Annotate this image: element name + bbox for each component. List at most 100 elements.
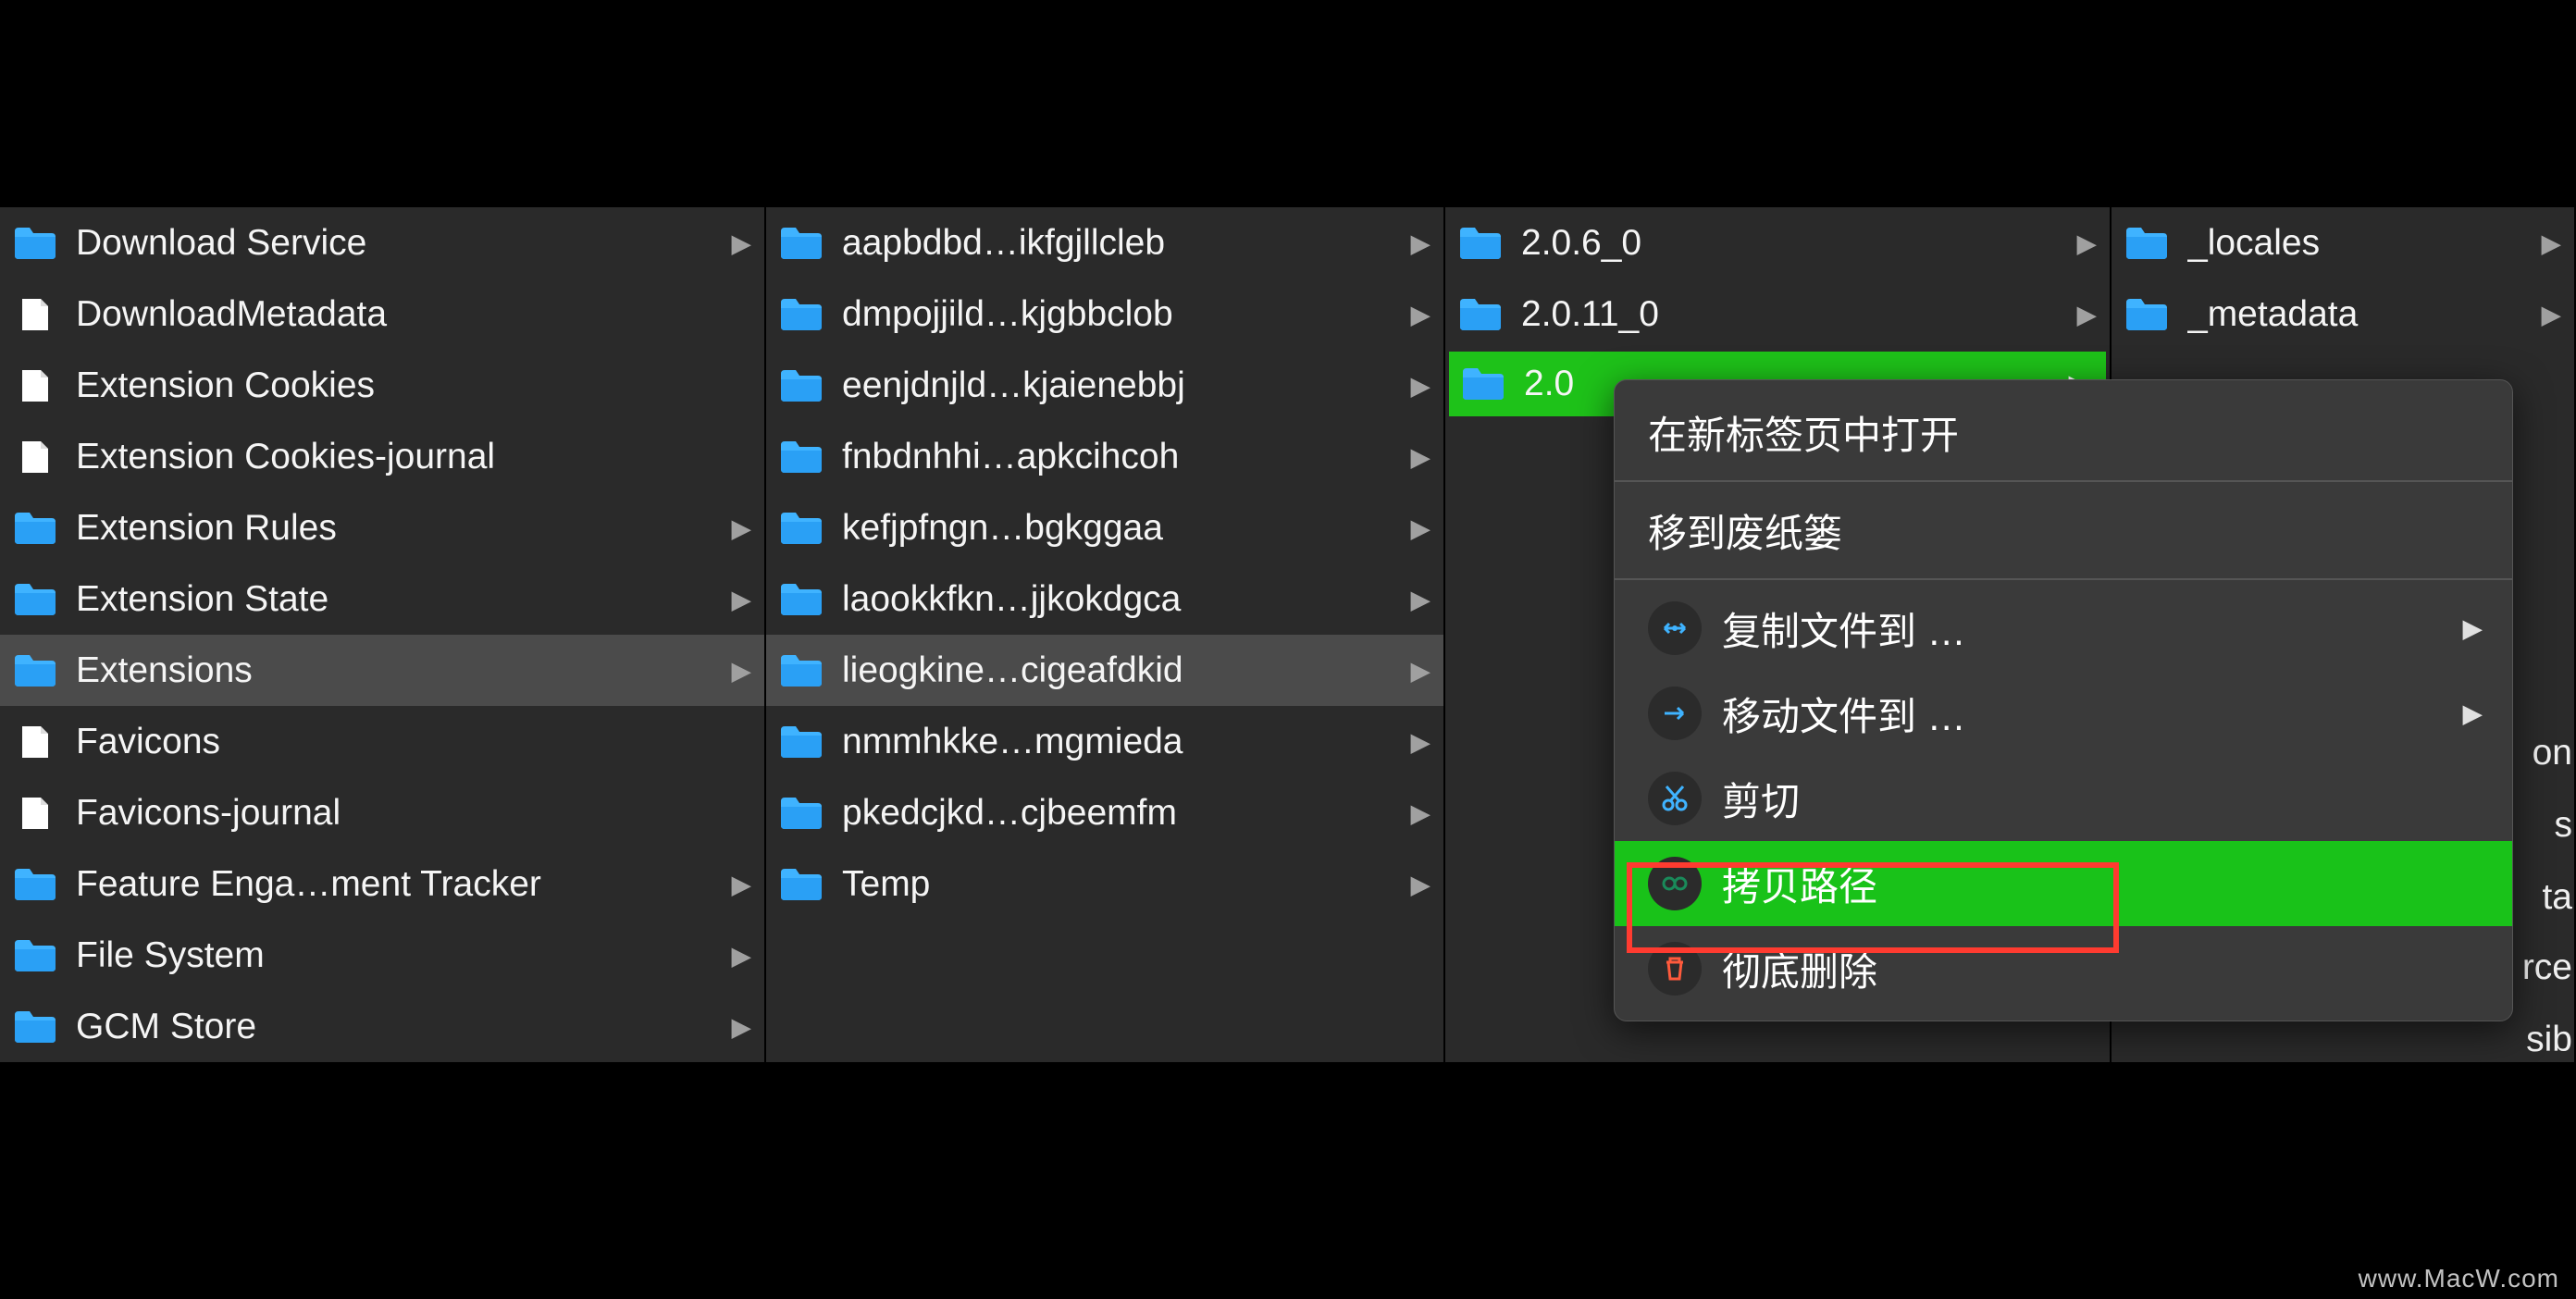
partial-text: s: [2555, 805, 2573, 846]
file-item[interactable]: lieogkine…cigeafdkid▶: [766, 635, 1443, 706]
file-item[interactable]: GCM Store▶: [0, 991, 764, 1062]
file-item[interactable]: nmmhkke…mgmieda▶: [766, 706, 1443, 777]
folder-icon: [779, 226, 822, 261]
file-item[interactable]: _metadata▶: [2112, 278, 2574, 350]
file-item[interactable]: Favicons-journal: [0, 777, 764, 848]
folder-icon: [779, 368, 822, 403]
partial-text: rce: [2522, 947, 2572, 988]
menu-item-label: 彻底删除: [1722, 941, 1877, 997]
chevron-right-icon: ▶: [2541, 299, 2561, 329]
menu-item[interactable]: 彻底删除: [1615, 926, 2512, 1011]
item-label: _locales: [2187, 223, 2561, 264]
file-item[interactable]: Extension Cookies: [0, 350, 764, 421]
folder-icon: [779, 297, 822, 332]
item-label: nmmhkke…mgmieda: [842, 722, 1430, 762]
item-label: kefjpfngn…bgkggaa: [842, 508, 1430, 549]
chevron-right-icon: ▶: [1410, 798, 1430, 828]
chevron-right-icon: ▶: [1410, 370, 1430, 401]
chevron-right-icon: ▶: [1410, 299, 1430, 329]
item-label: GCM Store: [76, 1007, 751, 1047]
file-item[interactable]: Favicons: [0, 706, 764, 777]
menu-item-label: 移到废纸篓: [1648, 502, 1842, 559]
file-item[interactable]: 2.0.11_0▶: [1445, 278, 2110, 350]
file-item[interactable]: laookkfkn…jjkokdgca▶: [766, 563, 1443, 635]
partial-text: sib: [2526, 1020, 2572, 1060]
chevron-right-icon: ▶: [731, 513, 751, 543]
copy-path-icon: [1648, 857, 1702, 910]
column-1: Download Service▶DownloadMetadataExtensi…: [0, 207, 766, 1062]
menu-separator: [1615, 480, 2512, 482]
file-item[interactable]: eenjdnjld…kjaienebbj▶: [766, 350, 1443, 421]
folder-icon: [779, 796, 822, 831]
folder-icon: [13, 511, 56, 546]
file-item[interactable]: dmpojjild…kjgbbclob▶: [766, 278, 1443, 350]
file-item[interactable]: pkedcjkd…cjbeemfm▶: [766, 777, 1443, 848]
item-label: Temp: [842, 864, 1430, 905]
file-item[interactable]: Temp▶: [766, 848, 1443, 920]
file-item[interactable]: fnbdnhhi…apkcihcoh▶: [766, 421, 1443, 492]
chevron-right-icon: ▶: [1410, 513, 1430, 543]
menu-item-label: 在新标签页中打开: [1648, 404, 1959, 461]
folder-icon: [13, 226, 56, 261]
file-item[interactable]: Download Service▶: [0, 207, 764, 278]
item-label: eenjdnjld…kjaienebbj: [842, 365, 1430, 406]
folder-icon: [779, 724, 822, 760]
menu-item[interactable]: 移动文件到 … ▶: [1615, 671, 2512, 756]
menu-item[interactable]: 移到废纸篓: [1615, 488, 2512, 573]
folder-icon: [1461, 366, 1504, 402]
file-item[interactable]: File System▶: [0, 920, 764, 991]
file-icon: [13, 724, 56, 760]
folder-icon: [1458, 226, 1501, 261]
chevron-right-icon: ▶: [1410, 655, 1430, 686]
item-label: dmpojjild…kjgbbclob: [842, 294, 1430, 335]
watermark-text: www.MacW.com: [2359, 1264, 2559, 1293]
folder-icon: [13, 1009, 56, 1045]
file-icon: [13, 297, 56, 332]
delete-icon: [1648, 942, 1702, 996]
file-item[interactable]: Extension Rules▶: [0, 492, 764, 563]
item-label: Extension Cookies-journal: [76, 437, 751, 477]
folder-icon: [2124, 226, 2167, 261]
file-item[interactable]: 2.0.6_0▶: [1445, 207, 2110, 278]
item-label: Extension Rules: [76, 508, 751, 549]
file-item[interactable]: Extensions▶: [0, 635, 764, 706]
move-to-icon: [1648, 687, 1702, 740]
file-item[interactable]: kefjpfngn…bgkggaa▶: [766, 492, 1443, 563]
chevron-right-icon: ▶: [2076, 299, 2097, 329]
file-item[interactable]: Feature Enga…ment Tracker▶: [0, 848, 764, 920]
item-label: laookkfkn…jjkokdgca: [842, 579, 1430, 620]
copy-to-icon: [1648, 601, 1702, 655]
file-icon: [13, 439, 56, 475]
folder-icon: [779, 439, 822, 475]
item-label: Extension State: [76, 579, 751, 620]
menu-item[interactable]: 在新标签页中打开: [1615, 390, 2512, 475]
chevron-right-icon: ▶: [2462, 613, 2483, 644]
file-item[interactable]: Extension Cookies-journal: [0, 421, 764, 492]
file-item[interactable]: aapbdbd…ikfgjllcleb▶: [766, 207, 1443, 278]
folder-icon: [2124, 297, 2167, 332]
menu-item[interactable]: 剪切: [1615, 756, 2512, 841]
menu-item-label: 移动文件到 …: [1722, 686, 1966, 742]
folder-icon: [13, 867, 56, 902]
chevron-right-icon: ▶: [731, 940, 751, 971]
chevron-right-icon: ▶: [2462, 699, 2483, 729]
file-item[interactable]: DownloadMetadata: [0, 278, 764, 350]
chevron-right-icon: ▶: [2541, 228, 2561, 258]
item-label: 2.0.11_0: [1521, 294, 2097, 335]
menu-item[interactable]: 拷贝路径: [1615, 841, 2512, 926]
file-item[interactable]: Extension State▶: [0, 563, 764, 635]
item-label: aapbdbd…ikfgjllcleb: [842, 223, 1430, 264]
folder-icon: [779, 653, 822, 688]
menu-item[interactable]: 复制文件到 …▶: [1615, 586, 2512, 671]
folder-icon: [13, 653, 56, 688]
chevron-right-icon: ▶: [1410, 228, 1430, 258]
item-label: File System: [76, 935, 751, 976]
folder-icon: [779, 867, 822, 902]
menu-item-label: 拷贝路径: [1722, 856, 1877, 912]
file-item[interactable]: _locales▶: [2112, 207, 2574, 278]
partial-text: on: [2533, 733, 2572, 773]
file-icon: [13, 368, 56, 403]
chevron-right-icon: ▶: [1410, 869, 1430, 899]
column-2: aapbdbd…ikfgjllcleb▶dmpojjild…kjgbbclob▶…: [766, 207, 1445, 1062]
chevron-right-icon: ▶: [731, 584, 751, 614]
